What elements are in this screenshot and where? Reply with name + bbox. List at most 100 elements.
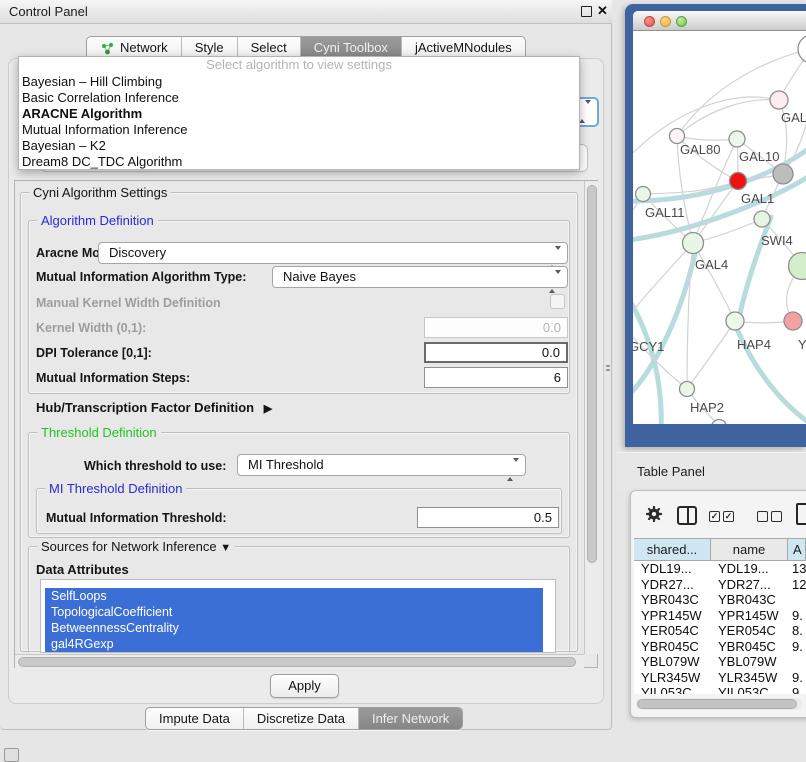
algorithm-options: Bayesian – Hill ClimbingBasic Correlatio… [19, 74, 579, 171]
network-node-gal11[interactable] [636, 187, 651, 202]
mi-algorithm-type-value: Naive Bayes [283, 269, 356, 284]
table-cell: 9. [788, 608, 806, 624]
algorithm-option[interactable]: Bayesian – Hill Climbing [19, 74, 579, 90]
apply-button[interactable]: Apply [270, 674, 339, 698]
attribute-item-selected[interactable]: gal4RGexp [45, 636, 543, 652]
attribute-item-selected[interactable]: BetweennessCentrality [45, 620, 543, 636]
algorithm-option[interactable]: ARACNE Algorithm [19, 106, 579, 122]
chevron-down-icon[interactable]: ▼ [220, 542, 231, 554]
network-node[interactable] [773, 164, 793, 184]
node-label: GAL10 [739, 149, 779, 164]
algorithm-option[interactable]: Dream8 DC_TDC Algorithm [19, 154, 579, 170]
network-node-y[interactable] [784, 312, 802, 330]
mi-algorithm-type-select[interactable]: Naive Bayes [272, 266, 568, 288]
node-label: GAL80 [680, 142, 720, 157]
table-panel-titlebar[interactable]: Table Panel [616, 452, 806, 491]
close-icon[interactable]: ✕ [597, 3, 608, 19]
mi-steps-input[interactable]: 6 [424, 367, 568, 388]
network-view-inner: GALGAL80GAL10GAL1GAL11SWI4GAL4HAP4YGCY1H… [633, 11, 806, 424]
mac-zoom-icon[interactable] [676, 16, 687, 27]
hub-definition-expander[interactable]: Hub/Transcription Factor Definition ▶ [36, 400, 272, 415]
dock-panel-icon[interactable] [4, 748, 19, 762]
scrollbar-thumb[interactable] [587, 185, 597, 563]
tab-infer-network[interactable]: Infer Network [359, 708, 462, 729]
network-edge [687, 321, 735, 389]
tab-label: Impute Data [159, 708, 230, 730]
column-header[interactable]: shared... [634, 539, 711, 560]
table-row[interactable]: YIL053CYIL053C9. [634, 685, 806, 694]
data-attributes-list[interactable]: SelfLoopsTopologicalCoefficientBetweenne… [40, 579, 556, 653]
control-panel-titlebar[interactable]: Control Panel ✕ [0, 0, 612, 24]
algorithm-option[interactable]: Bayesian – K2 [19, 138, 579, 154]
network-node-hap4[interactable] [726, 312, 744, 330]
settings-horizontal-scrollbar[interactable] [15, 654, 584, 668]
network-node-gal1[interactable] [730, 173, 747, 190]
stepper-icon [507, 460, 519, 480]
dpi-tolerance-input[interactable]: 0.0 [424, 342, 568, 363]
network-node[interactable] [789, 253, 806, 280]
document-icon[interactable] [796, 503, 806, 525]
network-node-gal[interactable] [770, 91, 788, 109]
node-label: Y [798, 337, 806, 352]
mi-threshold-input[interactable]: 0.5 [417, 507, 559, 528]
kernel-width-input[interactable]: 0.0 [424, 317, 568, 338]
network-window-titlebar[interactable] [633, 11, 806, 31]
table-row[interactable]: YBL079WYBL079W [634, 654, 806, 670]
network-node-gal4[interactable] [683, 233, 704, 254]
table-row[interactable]: YDL19...YDL19...13 [634, 561, 806, 577]
table-row[interactable]: YPR145WYPR145W9. [634, 608, 806, 624]
tab-discretize-data[interactable]: Discretize Data [244, 708, 359, 729]
checkbox-unchecked-icon[interactable] [757, 511, 768, 522]
table-cell: YIL053C [711, 685, 788, 694]
attribute-item-selected[interactable]: SelfLoops [45, 588, 543, 604]
dpi-tolerance-label: DPI Tolerance [0,1]: [36, 346, 152, 360]
column-view-icon[interactable] [677, 506, 697, 525]
table-header-row: shared...nameA [634, 538, 806, 561]
mac-close-icon[interactable] [644, 16, 655, 27]
table-cell: YDL19... [634, 561, 711, 577]
checkbox-unchecked-icon[interactable] [771, 511, 782, 522]
table-row[interactable]: YBR045CYBR045C9. [634, 639, 806, 655]
column-header[interactable]: A [788, 539, 806, 560]
network-node-gal10[interactable] [729, 131, 745, 147]
table-horizontal-scrollbar[interactable] [636, 698, 802, 710]
table-cell: YBL079W [634, 654, 711, 670]
mi-algorithm-type-label: Mutual Information Algorithm Type: [36, 270, 246, 284]
network-node[interactable] [798, 35, 806, 63]
scrollbar-thumb[interactable] [637, 699, 797, 709]
table-row[interactable]: YER054CYER054C8. [634, 623, 806, 639]
which-threshold-select[interactable]: MI Threshold [237, 454, 526, 476]
panel-divider-handle[interactable] [606, 365, 611, 375]
table-row[interactable]: YDR27...YDR27...12 [634, 577, 806, 593]
algorithm-option[interactable]: Mutual Information Inference [19, 122, 579, 138]
tab-impute-data[interactable]: Impute Data [146, 708, 244, 729]
stepper-icon [579, 104, 591, 119]
aracne-mode-select[interactable]: Discovery [98, 242, 568, 264]
algorithm-option[interactable]: Basic Correlation Inference [19, 90, 579, 106]
manual-kernel-width-checkbox[interactable] [550, 294, 565, 309]
which-threshold-label: Which threshold to use: [84, 459, 226, 473]
cyni-algorithm-settings-title: Cyni Algorithm Settings [29, 185, 171, 200]
network-node-swi4[interactable] [754, 211, 770, 227]
table-row[interactable]: YBR043CYBR043C [634, 592, 806, 608]
settings-vertical-scrollbar[interactable] [584, 181, 598, 654]
network-canvas[interactable]: GALGAL80GAL10GAL1GAL11SWI4GAL4HAP4YGCY1H… [633, 31, 806, 424]
table-row[interactable]: YLR345WYLR345W9. [634, 670, 806, 686]
network-node-hap2[interactable] [680, 382, 695, 397]
checkbox-checked-icon[interactable]: ✓ [709, 511, 720, 522]
column-header[interactable]: name [711, 539, 788, 560]
attribute-item-selected[interactable]: TopologicalCoefficient [45, 604, 543, 620]
float-window-icon[interactable] [581, 6, 592, 17]
table-cell: YBR045C [634, 639, 711, 655]
control-panel-title: Control Panel [9, 4, 88, 19]
sources-group-title: Sources for Network Inference ▼ [37, 539, 235, 554]
scrollbar-thumb[interactable] [18, 657, 576, 667]
table-cell: YBR043C [711, 592, 788, 608]
node-label: SWI4 [761, 233, 793, 248]
mac-minimize-icon[interactable] [660, 16, 671, 27]
checkbox-checked-icon[interactable]: ✓ [723, 511, 734, 522]
gear-icon[interactable] [645, 505, 663, 523]
table-cell: YPR145W [634, 608, 711, 624]
data-attributes-label: Data Attributes [36, 562, 129, 577]
table-cell: 9. [788, 685, 806, 694]
